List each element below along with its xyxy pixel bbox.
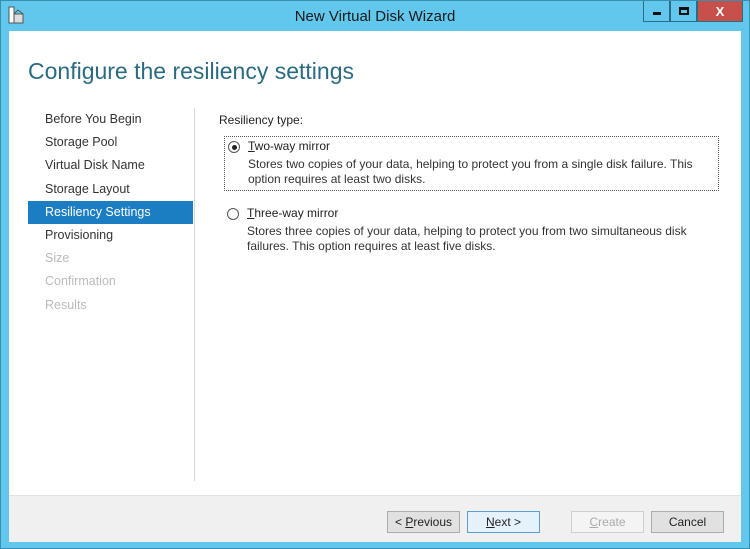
create-button[interactable]: Create [571, 511, 644, 533]
resiliency-panel: Resiliency type: Two-way mirror Stores t… [219, 113, 719, 270]
nav-step-virtual-disk-name[interactable]: Virtual Disk Name [28, 154, 193, 177]
close-icon: X [715, 3, 725, 19]
page-title: Configure the resiliency settings [28, 58, 354, 84]
next-button[interactable]: Next > [467, 511, 540, 533]
cancel-button[interactable]: Cancel [651, 511, 724, 533]
nav-step-size: Size [45, 251, 70, 266]
wizard-window: New Virtual Disk Wizard X Configure the … [0, 0, 750, 549]
two-way-mirror-option[interactable]: Two-way mirror Stores two copies of your… [224, 136, 719, 191]
wizard-steps-nav: Before You Begin Storage Pool Virtual Disk… [28, 108, 193, 317]
minimize-icon [652, 12, 661, 15]
nav-step-before-you-begin[interactable]: Before You Begin [28, 108, 193, 131]
maximize-icon [678, 7, 689, 15]
window-title: New Virtual Disk Wizard [294, 8, 456, 25]
title-bar[interactable]: New Virtual Disk Wizard X [1, 1, 749, 31]
resiliency-type-label: Resiliency type: [219, 113, 304, 127]
maximize-button[interactable] [670, 1, 697, 22]
nav-step-provisioning[interactable]: Provisioning [28, 224, 193, 247]
option-description: Stores two copies of your data, helping … [248, 157, 693, 186]
option-name: Three-way mirror [247, 206, 339, 220]
button-bar: < Previous Next > Create Cancel [9, 495, 741, 542]
nav-step-resiliency-settings[interactable]: Resiliency Settings [28, 200, 193, 224]
option-description: Stores three copies of your data, helpin… [247, 224, 687, 253]
wizard-body: Configure the resiliency settings Before… [9, 31, 741, 542]
option-name: Two-way mirror [248, 139, 331, 153]
three-way-mirror-option[interactable]: Three-way mirror Stores three copies of … [224, 204, 719, 257]
nav-step-results: Results [45, 297, 87, 312]
minimize-button[interactable] [643, 1, 670, 22]
previous-button[interactable]: < Previous [387, 511, 460, 533]
nav-step-confirmation: Confirmation [45, 274, 116, 289]
nav-step-storage-layout[interactable]: Storage Layout [28, 178, 193, 201]
three-way-mirror-radio[interactable] [227, 208, 239, 220]
two-way-mirror-radio[interactable] [228, 141, 240, 153]
close-button[interactable]: X [697, 1, 743, 22]
divider [194, 108, 195, 481]
nav-step-storage-pool[interactable]: Storage Pool [28, 131, 193, 154]
